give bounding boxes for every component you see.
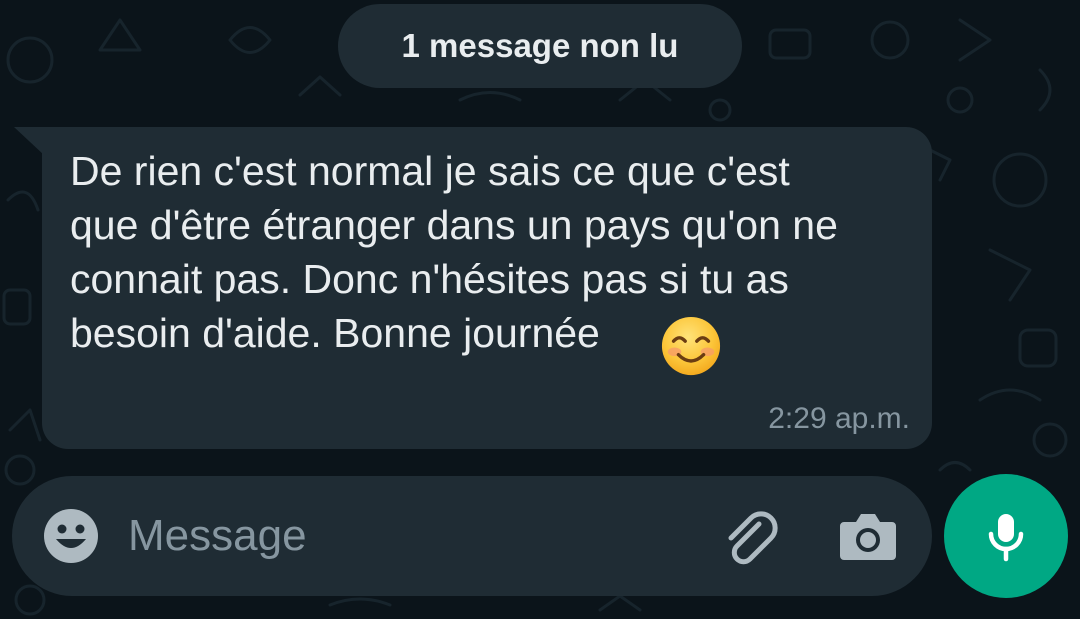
message-text: De rien c'est normal je sais ce que c'es… (70, 148, 838, 356)
camera-icon[interactable] (838, 508, 898, 564)
bubble-tail (14, 127, 44, 155)
unread-messages-banner: 1 message non lu (338, 4, 742, 88)
voice-message-button[interactable] (944, 474, 1068, 598)
microphone-icon (988, 514, 1024, 562)
message-input[interactable] (128, 504, 688, 568)
smiling-face-emoji-icon (661, 316, 721, 376)
message-timestamp: 2:29 ap.m. (768, 402, 910, 435)
emoji-icon[interactable] (42, 507, 100, 565)
paperclip-icon[interactable] (719, 506, 783, 570)
message-composer (12, 476, 932, 596)
